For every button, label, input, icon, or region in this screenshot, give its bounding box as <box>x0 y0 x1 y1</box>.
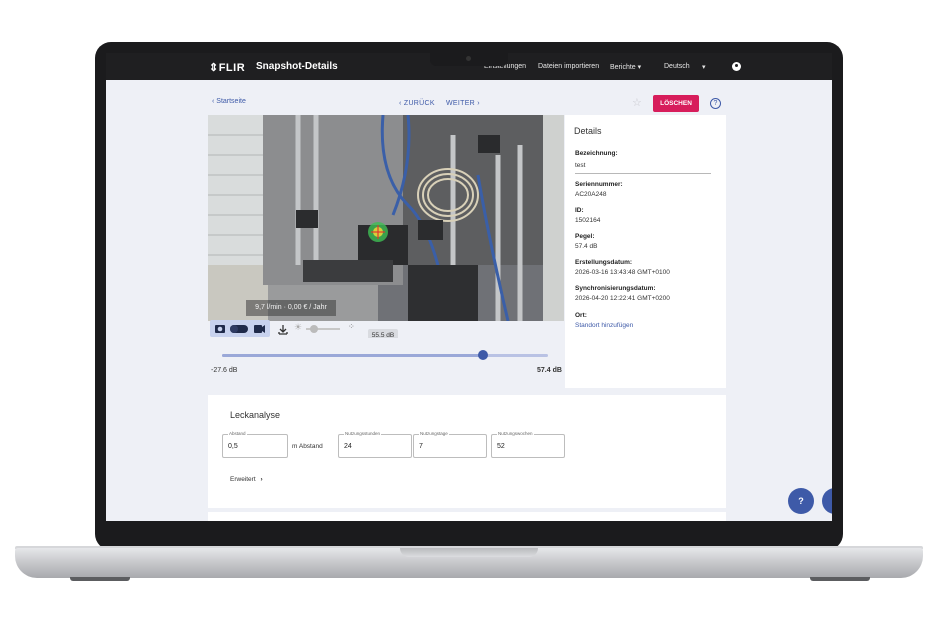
photo-video-toggle[interactable] <box>210 320 270 337</box>
flow-cost-overlay: 9,7 l/min · 0,00 € / Jahr <box>246 300 336 316</box>
download-icon[interactable] <box>278 323 288 335</box>
level-slider: -27.6 dB 57.4 dB <box>208 338 564 388</box>
page-title: Snapshot-Details <box>256 61 338 72</box>
field-value: 0,5 <box>228 443 238 450</box>
delete-button[interactable]: LÖSCHEN <box>653 95 699 112</box>
detail-label: Synchronisierungsdatum: <box>575 285 656 292</box>
created-value: 2026-03-16 13:43:48 GMT+0100 <box>575 269 670 276</box>
field-label: Nutzungsstunden <box>344 431 382 436</box>
distance-field[interactable]: Abstand 0,5 <box>222 431 288 458</box>
brightness-handle[interactable] <box>310 325 318 333</box>
language-select[interactable]: Deutsch <box>664 63 690 70</box>
help-fab[interactable]: ? <box>788 488 814 514</box>
level-value: 57.4 dB <box>575 243 598 250</box>
field-label: Nutzungstage <box>419 431 449 436</box>
details-panel: Details Bezeichnung: test Seriennummer: … <box>565 115 726 388</box>
screen: ⇕FLIR Snapshot-Details Einstellungen Dat… <box>106 53 832 521</box>
details-title: Details <box>574 126 602 136</box>
hours-field[interactable]: Nutzungsstunden 24 <box>338 431 412 458</box>
name-value[interactable]: test <box>575 162 585 169</box>
back-to-home-link[interactable]: ‹ Startseite <box>212 98 246 105</box>
slider-thumb[interactable] <box>478 350 488 360</box>
detail-label: Ort: <box>575 312 587 319</box>
synced-value: 2026-04-20 12:22:41 GMT+0200 <box>575 295 670 302</box>
laptop-foot-right <box>810 577 870 581</box>
name-underline <box>575 173 711 174</box>
account-icon[interactable] <box>732 62 741 71</box>
field-value: 24 <box>344 443 352 450</box>
laptop-foot-left <box>70 577 130 581</box>
nav-reports[interactable]: Berichte ▾ <box>610 63 641 71</box>
brightness-icon: ☀ <box>294 322 303 332</box>
advanced-label: Erweitert <box>230 476 256 483</box>
add-location-link[interactable]: Standort hinzufügen <box>575 322 633 329</box>
acoustic-image <box>208 115 564 321</box>
flow-rate: 9,7 l/min <box>255 304 282 311</box>
hotspot-icon[interactable]: ⁘ <box>348 322 355 331</box>
leak-analysis-card: Leckanalyse Abstand 0,5 m Abstand Nutzun… <box>208 395 726 508</box>
chevron-right-icon: › <box>260 476 263 483</box>
menu-fab[interactable]: ⋮ <box>822 488 832 514</box>
slider-max-label: 57.4 dB <box>537 367 562 374</box>
id-value: 1502164 <box>575 217 601 224</box>
chevron-down-icon[interactable]: ▾ <box>702 63 706 71</box>
field-value: 7 <box>419 443 423 450</box>
flir-logo: ⇕FLIR <box>209 62 246 74</box>
help-icon[interactable]: ? <box>710 98 721 109</box>
weeks-field[interactable]: Nutzungswochen 52 <box>491 431 565 458</box>
video-icon <box>254 325 262 333</box>
advanced-toggle[interactable]: Erweitert › <box>230 476 263 483</box>
detail-label: Pegel: <box>575 233 595 240</box>
laptop-groove <box>400 548 538 557</box>
slider-min-label: -27.6 dB <box>211 367 238 374</box>
slider-fill <box>222 354 483 357</box>
star-icon[interactable]: ☆ <box>632 96 642 109</box>
field-value: 52 <box>497 443 505 450</box>
next-card <box>208 512 726 521</box>
previous-button[interactable]: ‹ ZURÜCK <box>399 100 435 107</box>
nav-import-files[interactable]: Dateien importieren <box>538 63 599 70</box>
next-button[interactable]: WEITER › <box>446 100 480 107</box>
distance-unit: m Abstand <box>292 443 323 450</box>
detail-label: ID: <box>575 207 584 214</box>
field-label: Nutzungswochen <box>497 431 534 436</box>
detail-label: Erstellungsdatum: <box>575 259 633 266</box>
annual-cost: 0,00 € / Jahr <box>287 304 327 311</box>
serial-value: AC20A248 <box>575 191 607 198</box>
days-field[interactable]: Nutzungstage 7 <box>413 431 487 458</box>
field-label: Abstand <box>228 431 247 436</box>
leak-analysis-title: Leckanalyse <box>230 410 281 420</box>
detail-label: Seriennummer: <box>575 181 623 188</box>
detail-label: Bezeichnung: <box>575 150 618 157</box>
webcam <box>466 56 471 61</box>
